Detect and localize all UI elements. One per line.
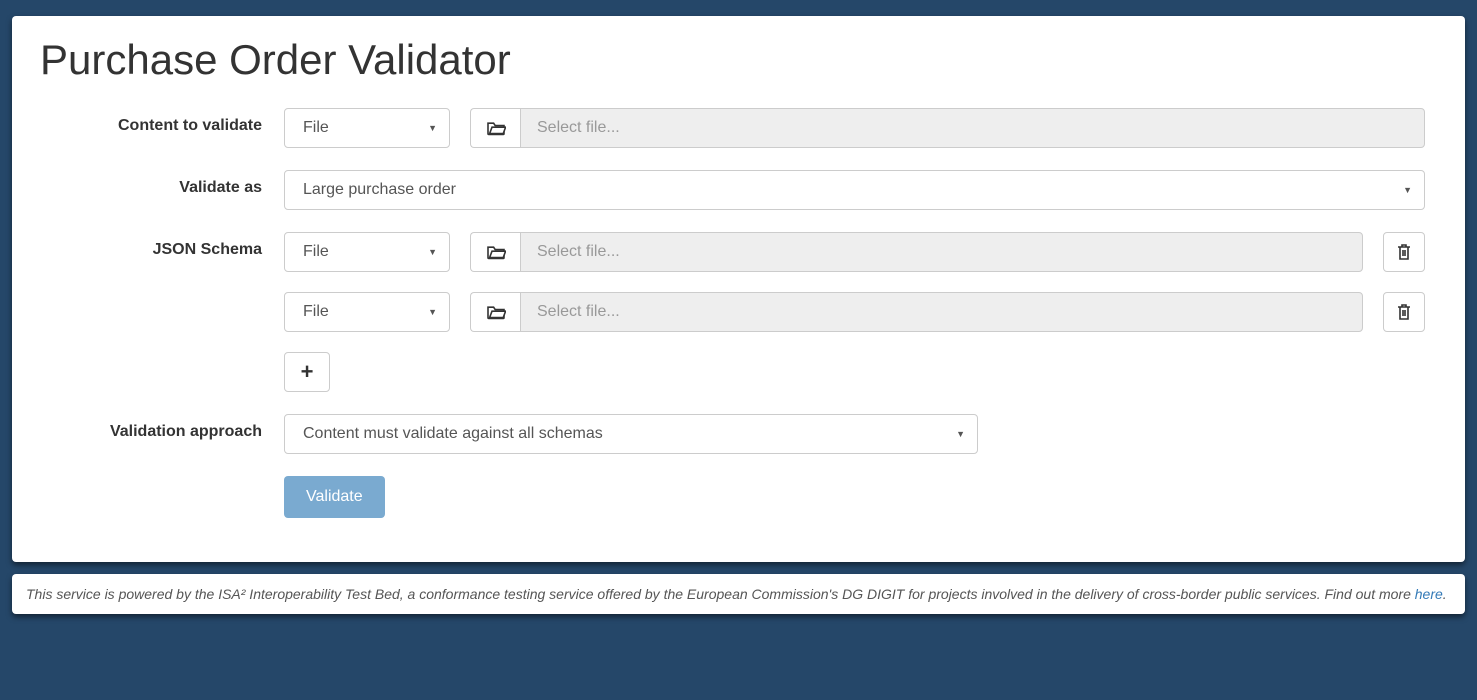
schema1-file-input[interactable]: Select file... [520, 232, 1363, 272]
schema-row-1: File Select file... [284, 232, 1425, 272]
schema-add-row: + [284, 352, 1425, 392]
add-schema-button[interactable]: + [284, 352, 330, 392]
content-file-browse-button[interactable] [470, 108, 520, 148]
approach-value: Content must validate against all schema… [303, 425, 603, 443]
plus-icon: + [301, 359, 314, 385]
schema2-type-select[interactable]: File [284, 292, 450, 332]
content-file-group: Select file... [470, 108, 1425, 148]
row-approach: Validation approach Content must validat… [40, 414, 1425, 454]
content-file-input[interactable]: Select file... [520, 108, 1425, 148]
trash-icon [1396, 303, 1412, 321]
footer: This service is powered by the ISA² Inte… [12, 574, 1465, 614]
validate-as-value: Large purchase order [303, 181, 456, 199]
content-type-select[interactable]: File [284, 108, 450, 148]
label-json-schema: JSON Schema [40, 232, 284, 259]
folder-open-icon [486, 304, 506, 320]
folder-open-icon [486, 120, 506, 136]
row-submit: Validate [40, 476, 1425, 518]
row-json-schema: JSON Schema File [40, 232, 1425, 392]
label-content: Content to validate [40, 108, 284, 135]
schema2-file-placeholder: Select file... [537, 303, 620, 321]
row-content: Content to validate File [40, 108, 1425, 148]
schema2-file-browse-button[interactable] [470, 292, 520, 332]
validate-button[interactable]: Validate [284, 476, 385, 518]
validate-as-select[interactable]: Large purchase order [284, 170, 1425, 210]
row-validate-as: Validate as Large purchase order [40, 170, 1425, 210]
schema1-delete-button[interactable] [1383, 232, 1425, 272]
schema2-type-value: File [303, 303, 329, 321]
schema1-type-select[interactable]: File [284, 232, 450, 272]
trash-icon [1396, 243, 1412, 261]
label-validate-as: Validate as [40, 170, 284, 197]
approach-select[interactable]: Content must validate against all schema… [284, 414, 978, 454]
schema1-type-value: File [303, 243, 329, 261]
schema1-file-placeholder: Select file... [537, 243, 620, 261]
schema2-file-input[interactable]: Select file... [520, 292, 1363, 332]
footer-text: This service is powered by the ISA² Inte… [26, 586, 1415, 602]
schema1-file-group: Select file... [470, 232, 1363, 272]
label-approach: Validation approach [40, 414, 284, 441]
schema1-file-browse-button[interactable] [470, 232, 520, 272]
page-title: Purchase Order Validator [40, 36, 1425, 84]
spacer [40, 476, 284, 485]
schema2-delete-button[interactable] [1383, 292, 1425, 332]
footer-dot: . [1443, 586, 1447, 602]
folder-open-icon [486, 244, 506, 260]
content-file-placeholder: Select file... [537, 119, 620, 137]
content-type-value: File [303, 119, 329, 137]
main-card: Purchase Order Validator Content to vali… [12, 16, 1465, 562]
schema2-file-group: Select file... [470, 292, 1363, 332]
footer-link[interactable]: here [1415, 586, 1443, 602]
schema-row-2: File Select file... [284, 292, 1425, 332]
